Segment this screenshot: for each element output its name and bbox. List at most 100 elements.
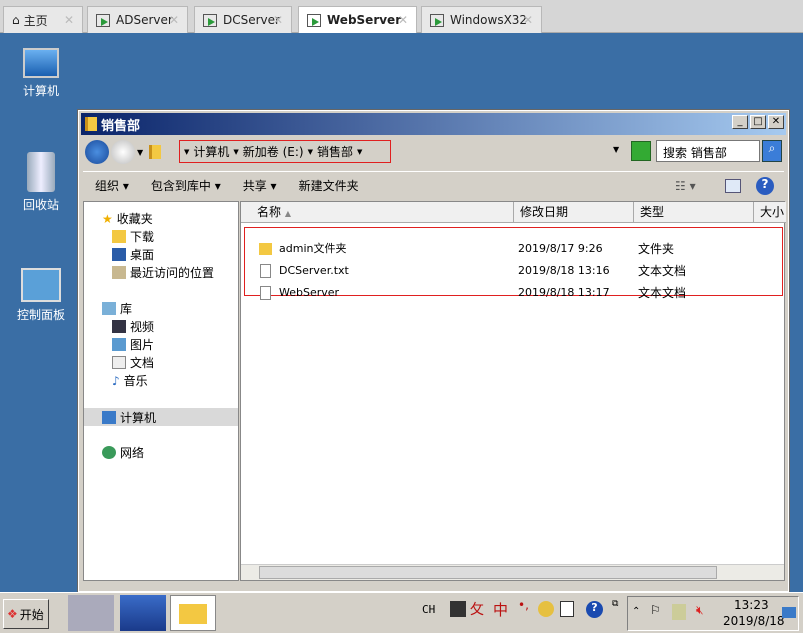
back-button[interactable] bbox=[85, 140, 109, 164]
language-indicator[interactable]: CH bbox=[422, 603, 435, 616]
column-type[interactable]: 类型 bbox=[634, 202, 754, 223]
control-panel-icon bbox=[21, 268, 61, 302]
crumb-drive[interactable]: 新加卷 (E:) bbox=[243, 143, 304, 160]
address-bar: ▼ ▼ 计算机 ▼ 新加卷 (E:) ▼ 销售部 ▼ ▼ 搜索 销售部 ⌕ bbox=[83, 137, 784, 167]
close-icon[interactable]: ✕ bbox=[64, 13, 74, 27]
action-center-flag-icon[interactable]: ⚐ bbox=[650, 603, 661, 617]
explorer-window: 销售部 _ □ ✕ ▼ ▼ 计算机 ▼ 新加卷 (E:) ▼ 销售部 ▼ ▼ 搜索 销售部 … bbox=[77, 109, 790, 593]
show-desktop-icon[interactable] bbox=[782, 607, 796, 618]
start-button[interactable]: ❖ 开始 bbox=[3, 599, 49, 629]
nav-music[interactable]: ♪ 音乐 bbox=[112, 372, 148, 389]
taskbar: ❖ 开始 CH ⺙ 中 •, ? ⧉ ⌃ ⚐ 🔇︎ 13:23 2019/8/18 bbox=[0, 592, 803, 633]
nav-computer[interactable]: 计算机 bbox=[84, 408, 238, 426]
network-warning-icon[interactable] bbox=[672, 604, 686, 620]
close-icon[interactable]: ✕ bbox=[398, 13, 408, 27]
tab-dcserver[interactable]: DCServer ✕ bbox=[194, 6, 292, 33]
file-row[interactable]: admin文件夹 2019/8/17 9:26 文件夹 bbox=[255, 240, 775, 258]
explorer-taskbar-button[interactable] bbox=[170, 595, 216, 631]
refresh-icon[interactable] bbox=[631, 141, 651, 161]
help-icon[interactable]: ? bbox=[756, 176, 774, 195]
powershell-button[interactable] bbox=[120, 595, 166, 631]
close-icon[interactable]: ✕ bbox=[169, 13, 179, 27]
ime-chinese-toggle[interactable]: 中 bbox=[493, 599, 508, 620]
computer-icon bbox=[23, 48, 59, 78]
view-options-icon[interactable]: ☷ ▾ bbox=[675, 179, 696, 193]
music-icon: ♪ bbox=[112, 373, 120, 388]
server-manager-button[interactable] bbox=[68, 595, 114, 631]
folder-icon bbox=[149, 145, 162, 159]
clock-time[interactable]: 13:23 bbox=[734, 598, 769, 612]
tab-home[interactable]: ⌂ 主页 ✕ bbox=[3, 6, 83, 33]
vm-icon bbox=[96, 13, 110, 27]
ime-settings-icon[interactable] bbox=[538, 601, 554, 617]
pictures-icon bbox=[112, 338, 126, 351]
scroll-thumb[interactable] bbox=[259, 566, 717, 579]
command-bar: 组织 ▾ 包含到库中 ▾ 共享 ▾ 新建文件夹 ☷ ▾ ? bbox=[83, 171, 784, 199]
volume-muted-icon[interactable]: 🔇︎ bbox=[696, 603, 704, 618]
punctuation-icon[interactable]: •, bbox=[518, 598, 529, 612]
preview-pane-icon[interactable] bbox=[725, 178, 741, 193]
column-name[interactable]: 名称 ▲ bbox=[241, 202, 514, 223]
organize-button[interactable]: 组织 ▾ bbox=[95, 177, 129, 194]
title-bar[interactable]: 销售部 bbox=[81, 113, 786, 135]
nav-favorites[interactable]: ★ 收藏夹 bbox=[102, 210, 153, 227]
search-input[interactable]: 搜索 销售部 bbox=[656, 140, 760, 162]
help-icon[interactable]: ? bbox=[586, 601, 603, 618]
downloads-icon bbox=[112, 230, 126, 243]
restore-langbar-icon[interactable]: ⧉ bbox=[612, 599, 618, 609]
close-button[interactable]: ✕ bbox=[768, 115, 784, 129]
new-folder-button[interactable]: 新建文件夹 bbox=[299, 177, 359, 194]
nav-videos[interactable]: 视频 bbox=[112, 318, 154, 335]
tab-adserver[interactable]: ADServer ✕ bbox=[87, 6, 188, 33]
forward-button[interactable] bbox=[111, 140, 135, 164]
documents-icon bbox=[112, 356, 126, 369]
star-icon: ★ bbox=[102, 211, 113, 226]
nav-pictures[interactable]: 图片 bbox=[112, 336, 154, 353]
nav-documents[interactable]: 文档 bbox=[112, 354, 154, 371]
breadcrumb[interactable]: ▼ 计算机 ▼ 新加卷 (E:) ▼ 销售部 ▼ bbox=[179, 140, 391, 163]
nav-network[interactable]: 网络 bbox=[102, 444, 144, 461]
clock-date[interactable]: 2019/8/18 bbox=[723, 614, 785, 628]
desktop-control-panel[interactable]: 控制面板 bbox=[6, 268, 76, 323]
vm-icon bbox=[307, 13, 321, 27]
ime-icon[interactable] bbox=[450, 601, 466, 617]
show-hidden-icons-icon[interactable]: ⌃ bbox=[632, 606, 640, 617]
vm-tab-bar: ⌂ 主页 ✕ ADServer ✕ DCServer ✕ WebServer ✕ Wind… bbox=[0, 0, 803, 33]
recent-places-icon bbox=[112, 266, 126, 279]
network-icon bbox=[102, 446, 116, 459]
home-icon: ⌂ bbox=[12, 13, 20, 27]
nav-libraries[interactable]: 库 bbox=[102, 300, 132, 317]
desktop-icon bbox=[112, 248, 126, 261]
tab-webserver[interactable]: WebServer ✕ bbox=[298, 6, 417, 33]
nav-downloads[interactable]: 下载 bbox=[112, 228, 154, 245]
close-icon[interactable]: ✕ bbox=[523, 13, 533, 27]
crumb-folder[interactable]: 销售部 bbox=[317, 143, 353, 160]
softkeyboard-icon[interactable] bbox=[560, 601, 574, 617]
column-date[interactable]: 修改日期 bbox=[514, 202, 634, 223]
column-header: 名称 ▲ 修改日期 类型 大小 bbox=[241, 202, 786, 223]
desktop-recycle-bin[interactable]: 回收站 bbox=[6, 152, 76, 213]
vm-icon bbox=[430, 13, 444, 27]
search-icon[interactable]: ⌕ bbox=[762, 140, 782, 162]
nav-recent[interactable]: 最近访问的位置 bbox=[112, 264, 214, 281]
system-tray: ⌃ ⚐ 🔇︎ 13:23 2019/8/18 bbox=[627, 596, 799, 631]
file-row[interactable]: DCServer.txt 2019/8/18 13:16 文本文档 bbox=[255, 262, 775, 280]
nav-desktop[interactable]: 桌面 bbox=[112, 246, 154, 263]
include-in-library-button[interactable]: 包含到库中 ▾ bbox=[151, 177, 221, 194]
address-dropdown-icon[interactable]: ▼ bbox=[613, 145, 619, 154]
crumb-computer[interactable]: 计算机 bbox=[193, 143, 229, 160]
file-row[interactable]: WebServer 2019/8/18 13:17 文本文档 bbox=[255, 284, 775, 302]
share-button[interactable]: 共享 ▾ bbox=[243, 177, 277, 194]
tab-windowsx32[interactable]: WindowsX32 ✕ bbox=[421, 6, 542, 33]
maximize-button[interactable]: □ bbox=[750, 115, 766, 129]
close-icon[interactable]: ✕ bbox=[273, 13, 283, 27]
folder-icon bbox=[259, 243, 272, 255]
video-icon bbox=[112, 320, 126, 333]
minimize-button[interactable]: _ bbox=[732, 115, 748, 129]
history-dropdown-icon[interactable]: ▼ bbox=[137, 148, 143, 157]
desktop-computer[interactable]: 计算机 bbox=[6, 44, 76, 99]
ime-mode-icon[interactable]: ⺙ bbox=[470, 599, 484, 619]
horizontal-scrollbar[interactable] bbox=[241, 564, 784, 580]
recycle-bin-icon bbox=[27, 152, 55, 192]
column-size[interactable]: 大小 bbox=[754, 202, 786, 223]
